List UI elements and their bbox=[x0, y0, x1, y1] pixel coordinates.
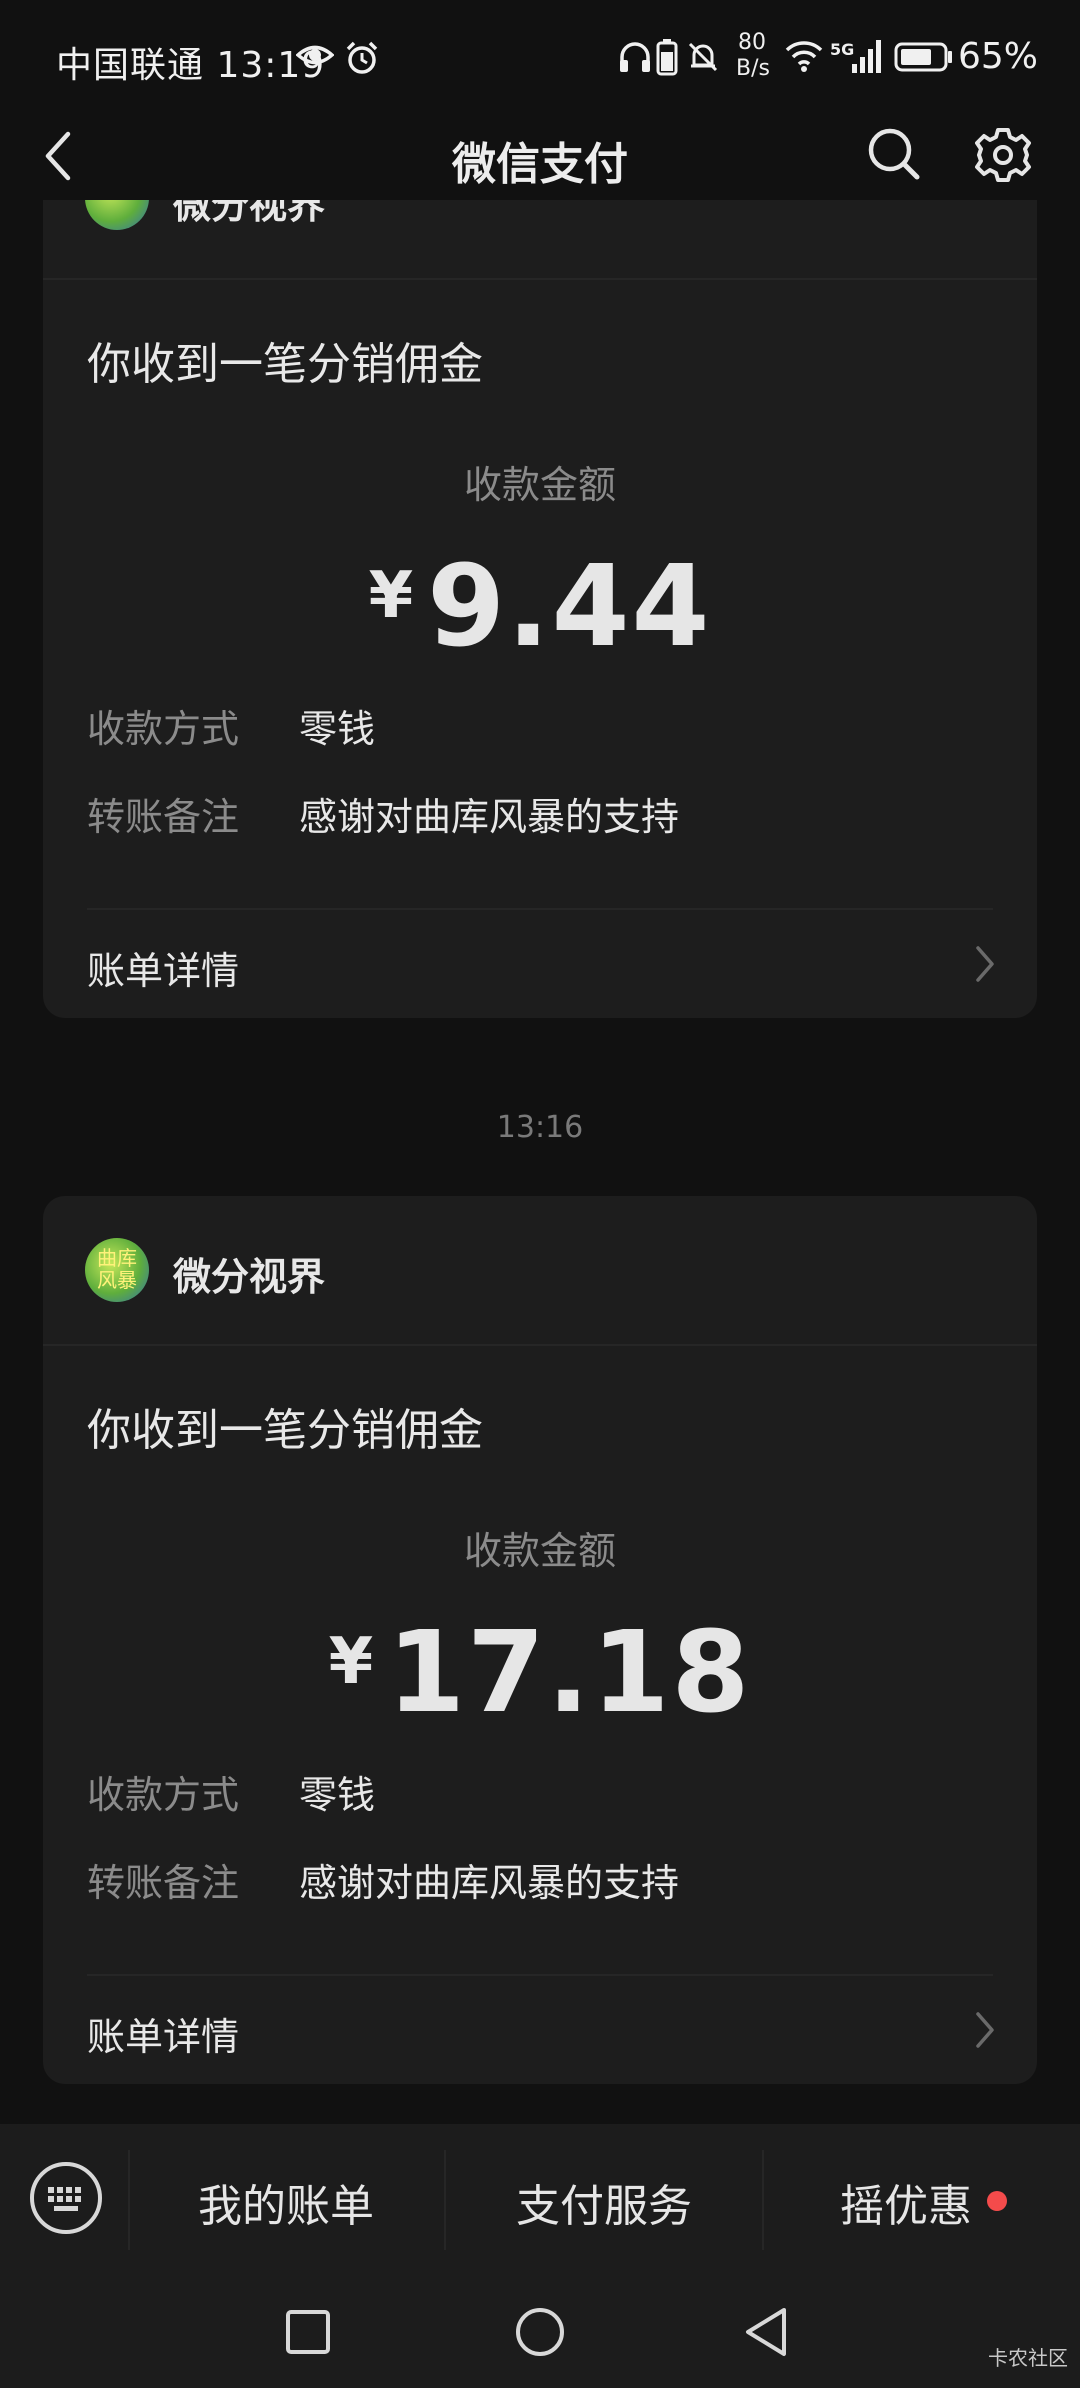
recent-apps-icon[interactable] bbox=[284, 2308, 332, 2356]
amount-value: 9.44 bbox=[427, 542, 712, 672]
transfer-note-value: 感谢对曲库风暴的支持 bbox=[299, 1861, 680, 1905]
menu-payment-services[interactable]: 支付服务 bbox=[446, 2170, 762, 2234]
card-sender-row-clipped: 微分视界 bbox=[43, 200, 1037, 230]
divider bbox=[87, 1974, 993, 1976]
amount-value: 17.18 bbox=[387, 1608, 752, 1738]
bill-detail-link[interactable]: 账单详情 bbox=[87, 940, 239, 995]
transfer-note-label: 转账备注 bbox=[87, 1861, 240, 1905]
search-icon[interactable] bbox=[866, 126, 922, 182]
sender-avatar bbox=[85, 200, 149, 230]
keyboard-toggle-icon[interactable] bbox=[28, 2160, 104, 2236]
chevron-right-icon bbox=[976, 2012, 994, 2048]
alarm-icon bbox=[346, 41, 378, 74]
back-triangle-icon[interactable] bbox=[742, 2306, 790, 2358]
battery-percent: 65% bbox=[958, 36, 1039, 77]
amount: ¥9.44 bbox=[43, 542, 1037, 672]
message-timestamp: 13:16 bbox=[496, 1110, 584, 1145]
currency-symbol: ¥ bbox=[328, 1625, 374, 1699]
transfer-note-label: 转账备注 bbox=[87, 795, 240, 839]
amount-label: 收款金额 bbox=[463, 463, 616, 507]
net-speed: 80 B/s bbox=[736, 30, 770, 82]
card-headline: 你收到一笔分销佣金 bbox=[87, 339, 483, 390]
carrier-time: 中国联通 13:19 bbox=[56, 45, 326, 86]
gear-icon[interactable] bbox=[974, 126, 1032, 184]
sender-name: 微分视界 bbox=[173, 200, 326, 227]
amount: ¥17.18 bbox=[43, 1608, 1037, 1738]
menu-my-bills[interactable]: 我的账单 bbox=[128, 2170, 444, 2234]
payment-method-value: 零钱 bbox=[299, 1773, 376, 1817]
payment-method-label: 收款方式 bbox=[87, 1773, 240, 1817]
eye-icon bbox=[296, 45, 334, 65]
notification-dot bbox=[987, 2191, 1007, 2211]
wifi-icon bbox=[785, 41, 823, 72]
divider bbox=[43, 1344, 1037, 1346]
payment-card: 曲库 风暴 微分视界 你收到一笔分销佣金 收款金额 ¥17.18 收款方式 零钱 … bbox=[43, 1196, 1037, 2084]
amount-label: 收款金额 bbox=[463, 1529, 616, 1573]
sender-name: 微分视界 bbox=[173, 1255, 326, 1299]
transfer-note-value: 感谢对曲库风暴的支持 bbox=[299, 795, 680, 839]
headphones-icon bbox=[620, 42, 650, 72]
chevron-right-icon bbox=[976, 946, 994, 982]
card-headline: 你收到一笔分销佣金 bbox=[87, 1405, 483, 1456]
payment-method-value: 零钱 bbox=[299, 707, 376, 751]
home-icon[interactable] bbox=[514, 2306, 566, 2358]
divider bbox=[87, 908, 993, 910]
mute-bell-icon bbox=[688, 42, 718, 72]
headphone-battery-icon bbox=[656, 39, 678, 76]
avatar-text: 曲库 风暴 bbox=[97, 1246, 137, 1292]
watermark: 卡农社区 bbox=[988, 2346, 1068, 2370]
battery-icon bbox=[894, 42, 952, 72]
signal-icon bbox=[852, 40, 881, 73]
divider bbox=[43, 278, 1037, 280]
status-bar: 中国联通 13:19 80 B/s 5G 65% bbox=[0, 0, 1080, 120]
payment-method-label: 收款方式 bbox=[87, 707, 240, 751]
sender-avatar: 曲库 风暴 bbox=[85, 1238, 149, 1302]
payment-card: 你收到一笔分销佣金 收款金额 ¥9.44 收款方式 零钱 转账备注 感谢对曲库风… bbox=[43, 200, 1037, 1018]
currency-symbol: ¥ bbox=[368, 559, 414, 633]
net-speed-value: 80 bbox=[738, 30, 766, 55]
bill-detail-link[interactable]: 账单详情 bbox=[87, 2006, 239, 2061]
net-speed-unit: B/s bbox=[736, 56, 770, 81]
